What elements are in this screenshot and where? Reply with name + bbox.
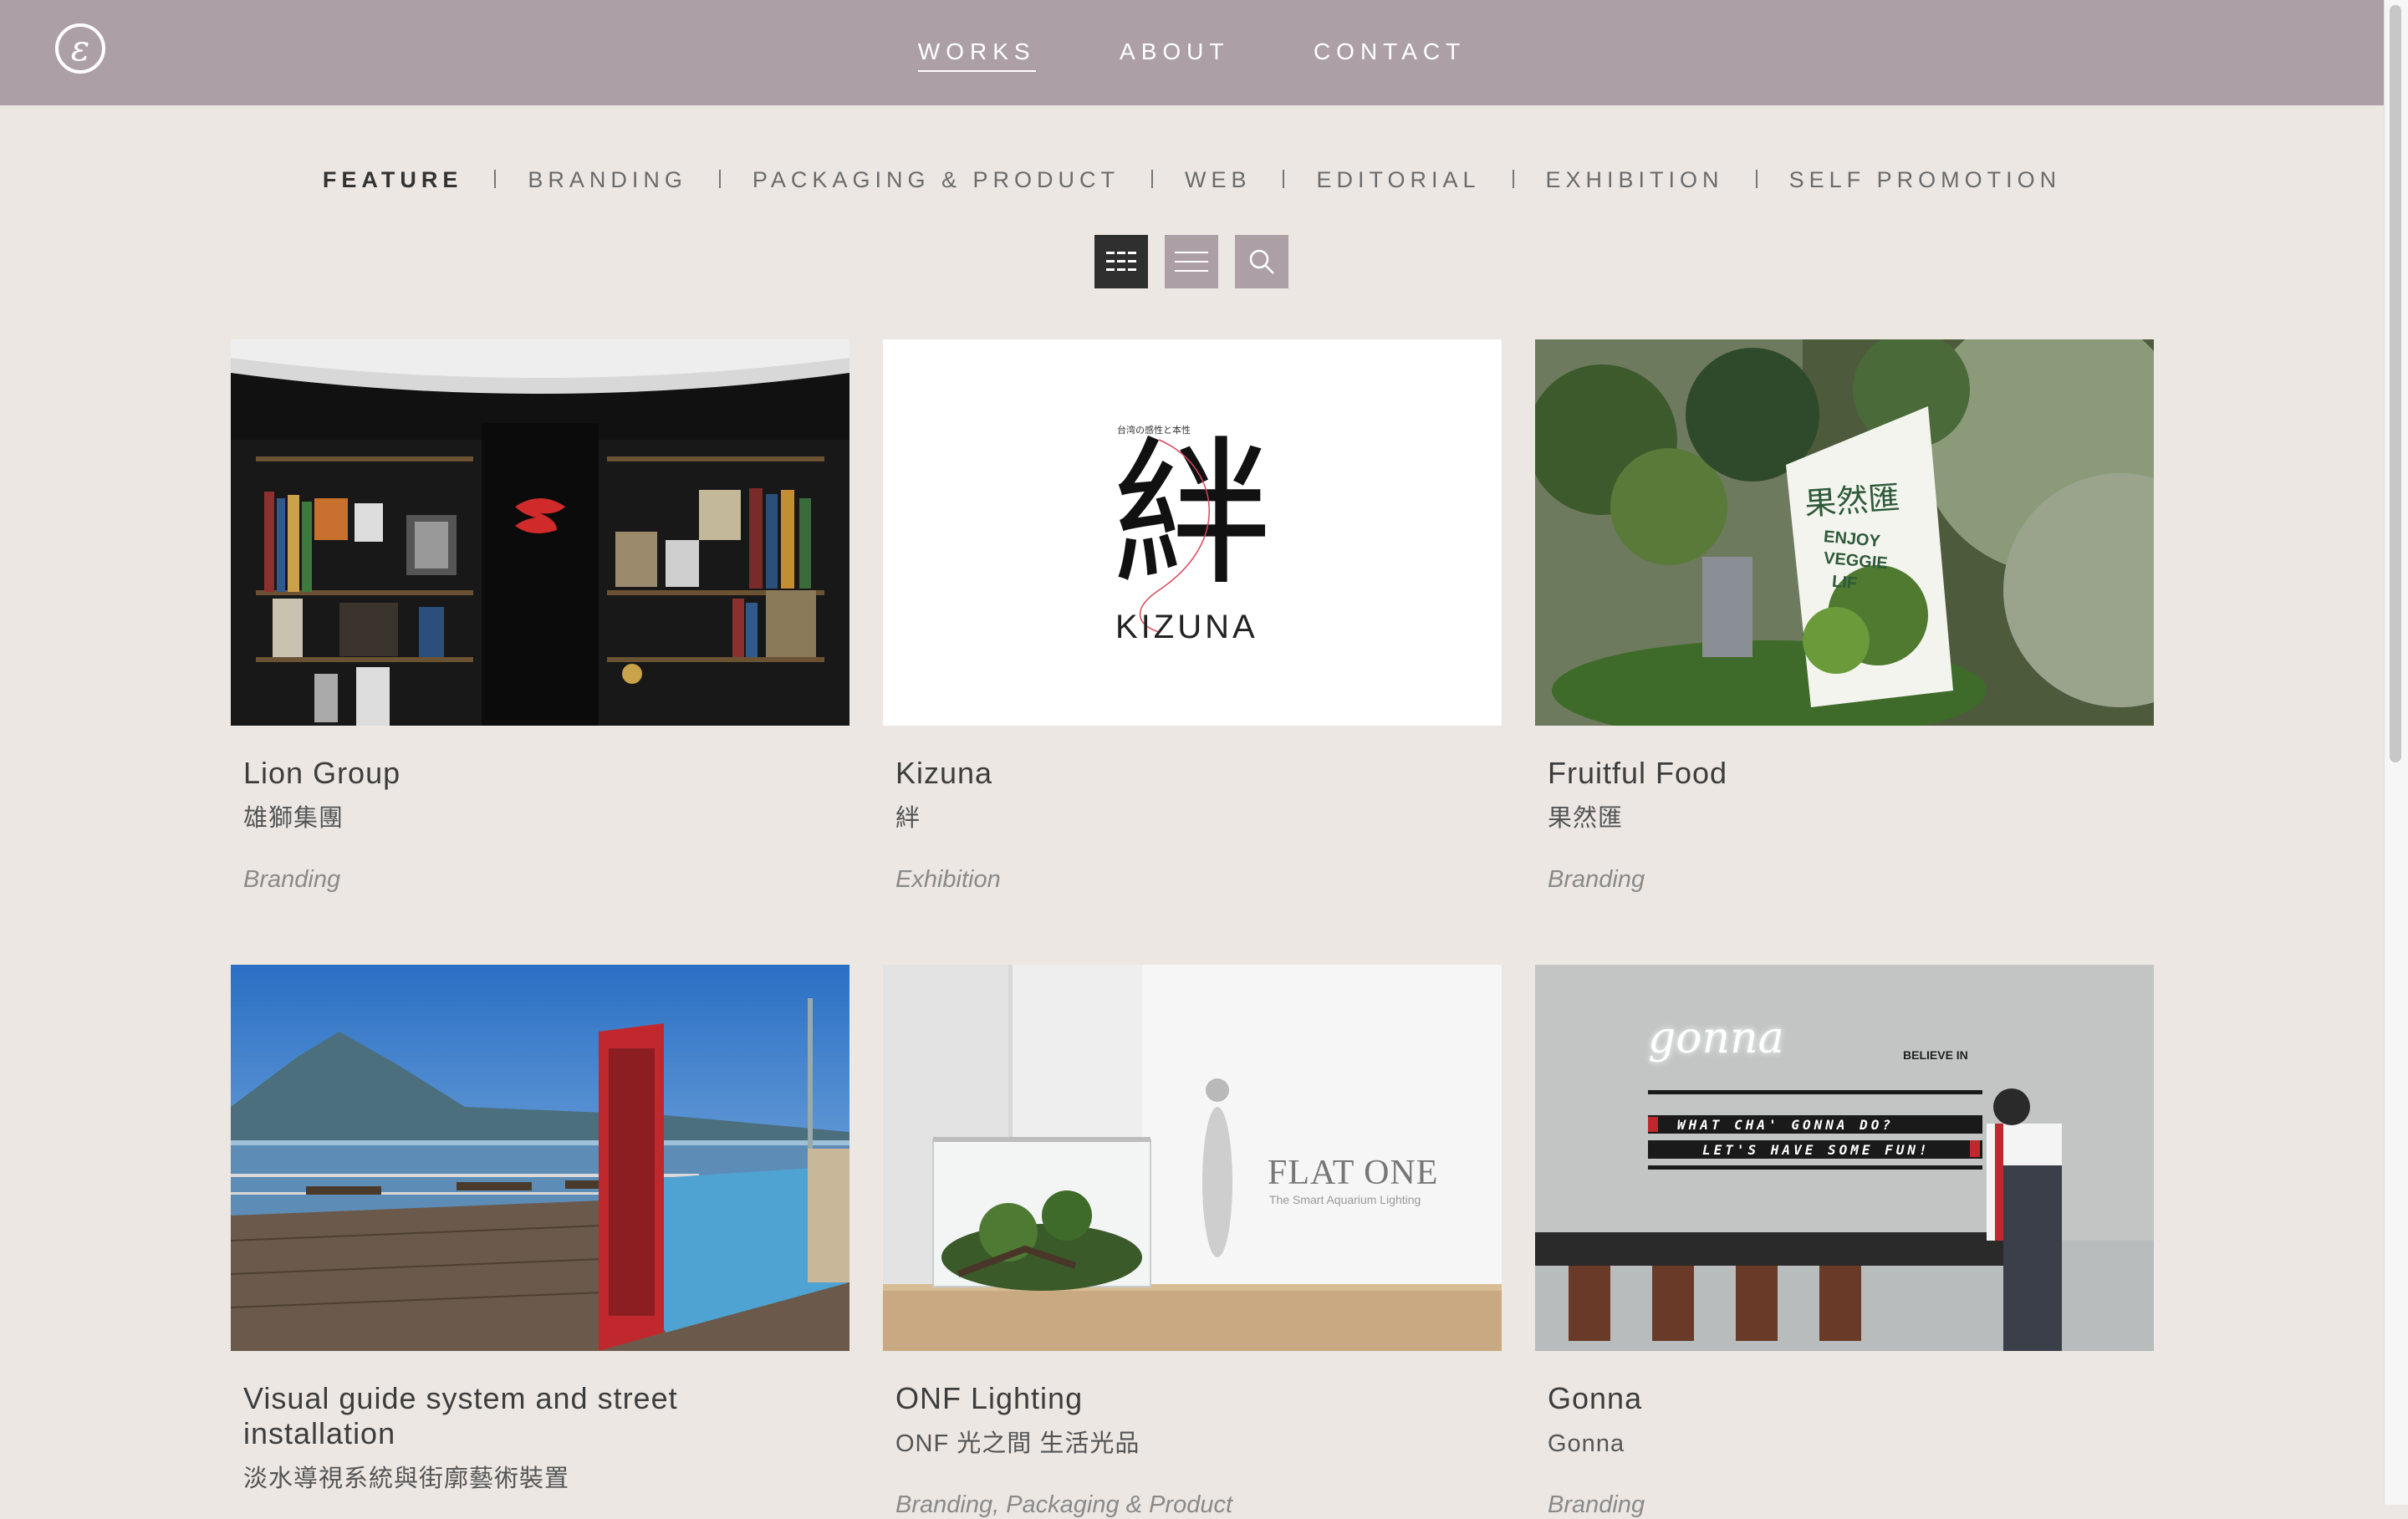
cafe-image <box>1535 965 2154 1351</box>
filter-branding[interactable]: BRANDING <box>528 167 687 193</box>
letterboard-line-2: LET'S HAVE SOME FUN! <box>1702 1142 1931 1158</box>
filter-web[interactable]: WEB <box>1185 167 1252 193</box>
work-thumbnail[interactable] <box>231 339 849 726</box>
work-subtitle: 雄獅集團 <box>243 805 344 832</box>
list-view-button[interactable] <box>1165 235 1218 288</box>
waterfront-image <box>231 965 849 1351</box>
main-nav: WORKS ABOUT CONTACT <box>0 38 2384 72</box>
filter-exhibition[interactable]: EXHIBITION <box>1546 167 1724 193</box>
work-thumbnail[interactable]: FLAT ONE The Smart Aquarium Lighting <box>883 965 1502 1351</box>
work-title[interactable]: Lion Group <box>243 756 849 791</box>
scrollbar-thumb[interactable] <box>2390 5 2401 762</box>
work-title[interactable]: Kizuna <box>895 756 1502 791</box>
divider <box>494 170 497 188</box>
work-thumbnail[interactable]: 台湾の感性と本性 絆 KIZUNA <box>883 339 1502 726</box>
letterboard-line-1: WHAT CHA' GONNA DO? <box>1677 1117 1895 1133</box>
divider <box>718 170 721 188</box>
work-category: Branding, Packaging & Product <box>895 1491 1233 1518</box>
divider <box>1512 170 1514 188</box>
divider <box>1283 170 1285 188</box>
work-title[interactable]: ONF Lighting <box>895 1381 1502 1416</box>
work-card-gonna[interactable]: gonna BELIEVE IN WHAT CHA' GONNA DO? LET… <box>1535 965 2154 1519</box>
work-category: Exhibition <box>895 866 1001 893</box>
sign-chinese: 果然匯 <box>1803 481 1901 522</box>
brand-wordmark: FLAT ONE <box>1268 1154 1439 1192</box>
work-thumbnail[interactable] <box>231 965 849 1351</box>
filter-packaging-product[interactable]: PACKAGING & PRODUCT <box>752 167 1120 193</box>
red-line-decoration <box>1139 439 1210 633</box>
search-button[interactable] <box>1235 235 1288 288</box>
kizuna-wordmark: KIZUNA <box>1115 609 1258 645</box>
neon-sign: gonna <box>1648 1013 1784 1063</box>
sign-line-3: LIF <box>1831 572 1858 594</box>
nav-contact[interactable]: CONTACT <box>1314 38 1466 70</box>
work-subtitle: ONF 光之間 生活光品 <box>895 1430 1140 1457</box>
divider <box>1150 170 1153 188</box>
grid-icon <box>1106 252 1136 271</box>
top-navigation-bar: ε WORKS ABOUT CONTACT <box>0 0 2384 105</box>
list-icon <box>1175 252 1208 272</box>
work-subtitle: 絆 <box>895 805 921 832</box>
work-subtitle: Gonna <box>1548 1430 1625 1457</box>
filter-self-promotion[interactable]: SELF PROMOTION <box>1789 167 2062 193</box>
work-thumbnail[interactable]: 果然匯 ENJOY VEGGIE LIF <box>1535 339 2154 726</box>
work-title[interactable]: Gonna <box>1548 1381 2154 1416</box>
grid-view-button[interactable] <box>1094 235 1148 288</box>
work-subtitle: 淡水導視系統與街廓藝術裝置 <box>243 1465 570 1492</box>
work-title[interactable]: Visual guide system and street installat… <box>243 1381 762 1451</box>
search-icon <box>1249 249 1274 274</box>
work-card-onf-lighting[interactable]: FLAT ONE The Smart Aquarium Lighting ONF… <box>883 965 1502 1519</box>
work-category: Branding <box>1548 1491 1645 1518</box>
work-category: Branding <box>243 866 341 893</box>
work-card-visual-guide[interactable]: Visual guide system and street installat… <box>231 965 849 1493</box>
work-card-lion-group[interactable]: Lion Group 雄獅集團 Branding <box>231 339 849 894</box>
work-category: Branding <box>1548 866 1645 893</box>
brand-tagline: The Smart Aquarium Lighting <box>1269 1193 1421 1206</box>
work-card-fruitful-food[interactable]: 果然匯 ENJOY VEGGIE LIF Fruitful Food 果然匯 B… <box>1535 339 2154 894</box>
filter-feature[interactable]: FEATURE <box>323 167 463 193</box>
bookshelf-image <box>231 339 849 726</box>
work-card-kizuna[interactable]: 台湾の感性と本性 絆 KIZUNA Kizuna 絆 Exhibition <box>883 339 1502 894</box>
work-subtitle: 果然匯 <box>1548 805 1624 832</box>
filter-editorial[interactable]: EDITORIAL <box>1316 167 1480 193</box>
believe-text: BELIEVE IN <box>1903 1048 1968 1062</box>
nav-about[interactable]: ABOUT <box>1120 38 1229 70</box>
divider <box>1755 170 1758 188</box>
nav-works[interactable]: WORKS <box>917 38 1036 72</box>
work-title[interactable]: Fruitful Food <box>1548 756 2154 791</box>
category-filter: FEATURE BRANDING PACKAGING & PRODUCT WEB EDI… <box>0 167 2384 193</box>
work-thumbnail[interactable]: gonna BELIEVE IN WHAT CHA' GONNA DO? LET… <box>1535 965 2154 1351</box>
